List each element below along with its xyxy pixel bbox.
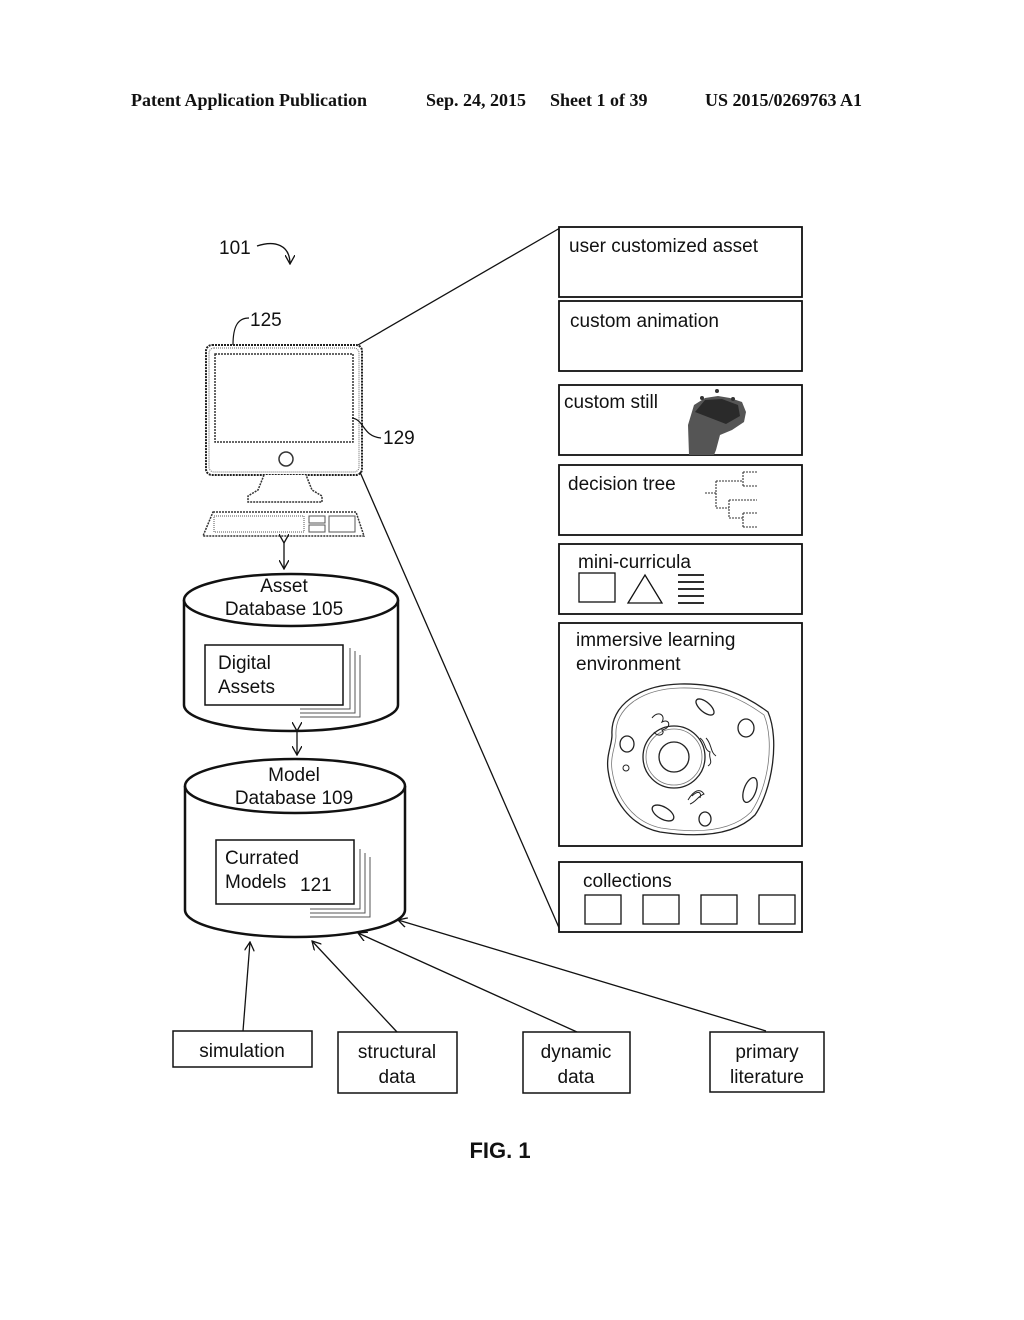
source-label: data — [558, 1067, 595, 1088]
source-label: simulation — [199, 1041, 285, 1062]
collection-item-icon — [700, 894, 738, 925]
asset-db-title-2: Database 105 — [225, 599, 343, 620]
model-db-title-1: Model — [268, 765, 320, 786]
source-label: dynamic — [541, 1042, 612, 1063]
collection-item-icon — [758, 894, 796, 925]
panel-collections: collections — [558, 861, 803, 933]
panel-label: decision tree — [568, 474, 676, 495]
figure-caption: FIG. 1 — [469, 1138, 531, 1163]
model-database-cylinder: Model Database 109 Currated Models 121 — [183, 757, 407, 939]
panel-label: custom animation — [570, 311, 719, 332]
panel-custom-still: custom still — [558, 384, 803, 456]
display-ref-label: 129 — [383, 428, 415, 449]
asset-db-title-1: Asset — [260, 576, 308, 597]
panel-custom-animation: custom animation — [558, 300, 803, 372]
panel-label: user customized asset — [569, 236, 759, 257]
structural-data-arrow — [312, 941, 398, 1033]
panel-label-line1: immersive learning — [576, 630, 735, 651]
panel-user-customized-asset: user customized asset — [558, 226, 803, 298]
model-db-title-2: Database 109 — [235, 788, 353, 809]
source-label: data — [379, 1067, 416, 1088]
system-ref-arrow — [256, 242, 290, 264]
figure-diagram: 101 125 129 Asset Database 105 Digital A… — [172, 226, 825, 1094]
square-icon — [578, 572, 616, 603]
source-box-structural-data: structural data — [337, 1031, 458, 1094]
panel-label-line2: environment — [576, 654, 681, 675]
panel-mini-curricula: mini-curricula — [558, 543, 803, 615]
dynamic-data-arrow — [358, 933, 578, 1033]
system-ref-label: 101 — [219, 238, 251, 259]
source-label: structural — [358, 1042, 436, 1063]
collection-item-icon — [642, 894, 680, 925]
source-label: literature — [730, 1067, 804, 1088]
source-box-dynamic-data: dynamic data — [522, 1031, 631, 1094]
source-box-simulation: simulation — [172, 1030, 313, 1068]
digital-assets-label-1: Digital — [218, 653, 271, 674]
currated-models-label-1: Currated — [225, 848, 299, 869]
currated-models-label-2: Models — [225, 872, 286, 893]
panel-decision-tree: decision tree — [558, 464, 803, 536]
computer-icon: 125 129 — [201, 310, 415, 537]
collection-item-icon — [584, 894, 622, 925]
panel-label: collections — [583, 871, 672, 892]
asset-database-cylinder: Asset Database 105 Digital Assets — [182, 572, 400, 733]
panel-label: mini-curricula — [578, 552, 691, 573]
source-label: primary — [735, 1042, 799, 1063]
panel-immersive-learning-environment: immersive learning environment — [558, 622, 803, 847]
expand-line-top — [357, 227, 561, 346]
simulation-arrow — [242, 942, 250, 1032]
source-box-primary-literature: primary literature — [709, 1031, 825, 1093]
currated-models-ref: 121 — [300, 875, 332, 896]
digital-assets-label-2: Assets — [218, 677, 275, 698]
panel-label: custom still — [564, 392, 658, 413]
computer-ref-label: 125 — [250, 310, 282, 331]
